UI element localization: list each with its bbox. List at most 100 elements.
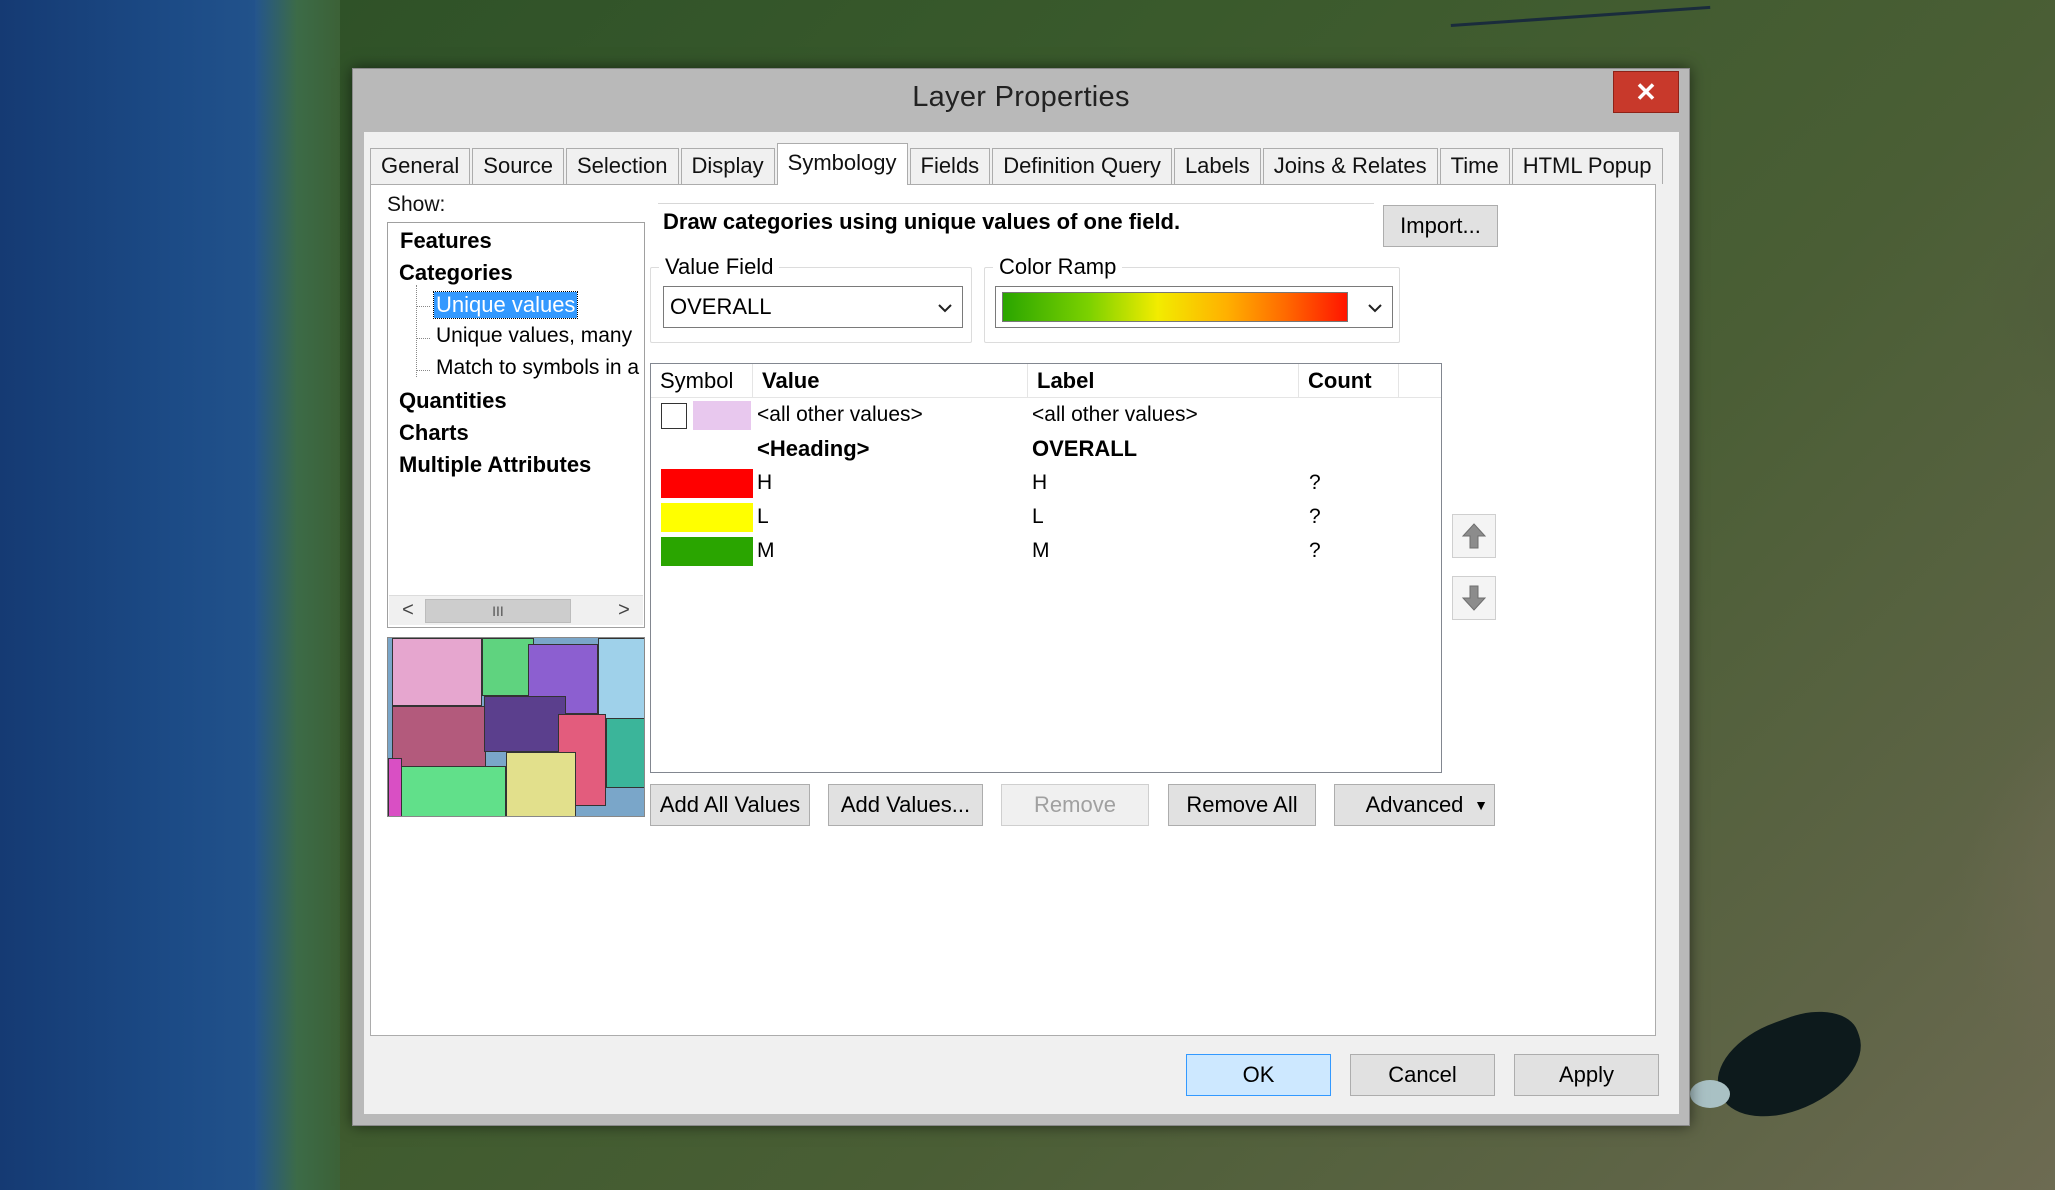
close-icon: ✕ (1635, 77, 1657, 107)
scroll-thumb[interactable]: III (425, 599, 571, 623)
row-count: ? (1309, 539, 1321, 562)
value-field-selected: OVERALL (670, 294, 772, 319)
layer-properties-dialog: Layer Properties ✕ General Source Select… (352, 68, 1690, 1126)
preview-region (484, 696, 566, 752)
row-value: L (757, 505, 769, 528)
value-field-group: Value Field OVERALL (650, 254, 972, 343)
tab-source[interactable]: Source (472, 148, 564, 184)
chevron-down-icon (1362, 287, 1388, 327)
scroll-left-button[interactable]: < (391, 598, 425, 624)
row-label: M (1032, 539, 1050, 562)
remove-all-button[interactable]: Remove All (1168, 784, 1316, 826)
color-ramp-group: Color Ramp (984, 254, 1400, 343)
visibility-checkbox[interactable] (661, 403, 687, 429)
move-down-button[interactable] (1452, 576, 1496, 620)
preview-region (392, 706, 486, 768)
symbol-swatch[interactable] (661, 537, 753, 566)
arrow-up-icon (1461, 523, 1487, 549)
tab-selection[interactable]: Selection (566, 148, 679, 184)
preview-region (482, 638, 534, 696)
scroll-right-button[interactable]: > (607, 598, 641, 624)
symbol-list[interactable]: Symbol Value Label Count <all other valu… (650, 363, 1442, 773)
tree-connector (416, 338, 430, 339)
tab-strip: General Source Selection Display Symbolo… (370, 143, 1665, 185)
color-ramp-dropdown[interactable] (995, 286, 1393, 328)
preview-region (392, 638, 482, 706)
close-button[interactable]: ✕ (1613, 71, 1679, 113)
title-bar[interactable]: Layer Properties ✕ (353, 69, 1689, 133)
value-field-dropdown[interactable]: OVERALL (663, 286, 963, 328)
column-header-label[interactable]: Label (1028, 364, 1299, 398)
ocean-area (0, 0, 290, 1190)
tab-definition-query[interactable]: Definition Query (992, 148, 1172, 184)
tree-connector (416, 370, 430, 371)
window-title: Layer Properties (912, 81, 1130, 113)
list-item[interactable]: H H ? (651, 466, 1441, 500)
show-tree: Features Categories Unique values Unique… (387, 222, 645, 628)
add-values-button[interactable]: Add Values... (828, 784, 983, 826)
list-header: Symbol Value Label Count (651, 364, 1441, 398)
row-value: <Heading> (757, 436, 870, 461)
tree-item-features[interactable]: Features (400, 228, 492, 254)
symbol-swatch[interactable] (661, 503, 753, 532)
dropdown-arrow-icon: ▼ (1474, 797, 1488, 813)
tab-time[interactable]: Time (1439, 148, 1510, 184)
description-separator (658, 203, 1374, 204)
tree-connector (416, 285, 417, 377)
tab-html-popup[interactable]: HTML Popup (1511, 148, 1663, 184)
advanced-button[interactable]: Advanced ▼ (1334, 784, 1495, 826)
tree-item-charts[interactable]: Charts (399, 420, 469, 446)
advanced-label: Advanced (1365, 792, 1464, 817)
symbol-swatch[interactable] (661, 469, 753, 498)
row-label: L (1032, 505, 1044, 528)
tree-item-quantities[interactable]: Quantities (399, 388, 507, 414)
tree-item-unique-values[interactable]: Unique values (432, 291, 579, 319)
symbology-preview-image (387, 637, 645, 817)
remove-button[interactable]: Remove (1001, 784, 1149, 826)
add-all-values-button[interactable]: Add All Values (650, 784, 810, 826)
tree-item-unique-values-many[interactable]: Unique values, many (436, 324, 632, 348)
color-ramp-swatch (1002, 292, 1348, 322)
preview-region (388, 758, 402, 816)
preview-region (606, 718, 644, 788)
tab-display[interactable]: Display (680, 148, 775, 184)
tab-general[interactable]: General (370, 148, 471, 184)
tab-joins-relates[interactable]: Joins & Relates (1262, 148, 1438, 184)
list-item[interactable]: M M ? (651, 534, 1441, 568)
value-field-label: Value Field (659, 254, 780, 280)
tab-labels[interactable]: Labels (1173, 148, 1261, 184)
arrow-down-icon (1461, 585, 1487, 611)
preview-region (400, 766, 506, 816)
show-label: Show: (387, 193, 446, 216)
apply-button[interactable]: Apply (1514, 1054, 1659, 1096)
row-count: ? (1309, 471, 1321, 494)
row-label: H (1032, 471, 1048, 494)
row-label: OVERALL (1032, 436, 1138, 461)
move-up-button[interactable] (1452, 514, 1496, 558)
row-value: H (757, 471, 773, 494)
chevron-down-icon (932, 287, 958, 327)
row-label: <all other values> (1032, 403, 1198, 426)
list-item[interactable]: <all other values> <all other values> (651, 398, 1441, 432)
row-value: <all other values> (757, 403, 923, 426)
ok-button[interactable]: OK (1186, 1054, 1331, 1096)
tab-symbology[interactable]: Symbology (776, 143, 908, 185)
tree-item-multiple-attributes[interactable]: Multiple Attributes (399, 452, 591, 478)
description-text: Draw categories using unique values of o… (663, 209, 1181, 234)
column-header-value[interactable]: Value (753, 364, 1028, 398)
tab-fields[interactable]: Fields (909, 148, 991, 184)
tree-horizontal-scrollbar[interactable]: < III > (389, 595, 643, 625)
symbol-swatch[interactable] (693, 401, 751, 430)
tree-item-categories[interactable]: Categories (399, 260, 513, 286)
row-value: M (757, 539, 775, 562)
tree-item-match-to-symbols[interactable]: Match to symbols in a (436, 356, 639, 380)
color-ramp-label: Color Ramp (993, 254, 1123, 280)
preview-region (506, 752, 576, 816)
list-item[interactable]: <Heading> OVERALL (651, 432, 1441, 466)
column-header-count[interactable]: Count (1299, 364, 1399, 398)
column-header-symbol[interactable]: Symbol (651, 364, 753, 398)
row-count: ? (1309, 505, 1321, 528)
cancel-button[interactable]: Cancel (1350, 1054, 1495, 1096)
import-button[interactable]: Import... (1383, 205, 1498, 247)
list-item[interactable]: L L ? (651, 500, 1441, 534)
